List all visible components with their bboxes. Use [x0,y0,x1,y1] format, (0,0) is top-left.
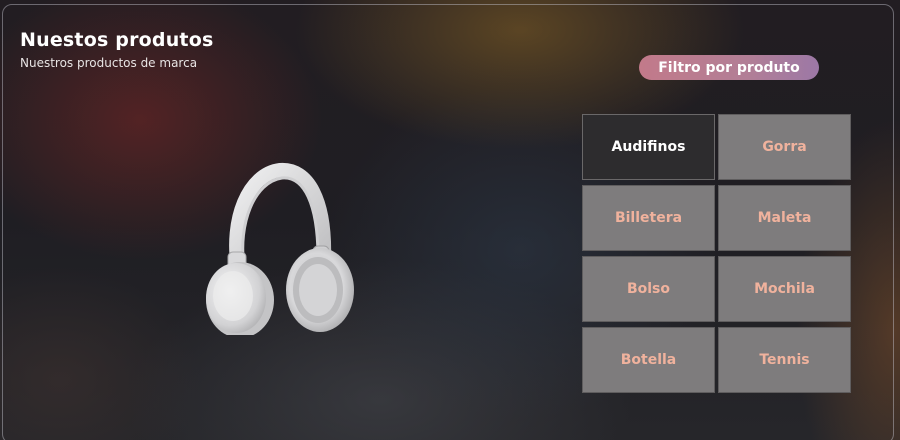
category-botella[interactable]: Botella [582,327,715,393]
filter-button[interactable]: Filtro por produto [639,55,819,80]
app-background: Nuestos produtos Nuestros productos de m… [0,0,900,440]
category-grid: Audifinos Gorra Billetera Maleta Bolso M… [582,114,852,393]
category-mochila[interactable]: Mochila [718,256,851,322]
category-billetera[interactable]: Billetera [582,185,715,251]
page-subtitle: Nuestros productos de marca [20,56,198,70]
category-tennis[interactable]: Tennis [718,327,851,393]
category-bolso[interactable]: Bolso [582,256,715,322]
category-gorra[interactable]: Gorra [718,114,851,180]
category-audifinos[interactable]: Audifinos [582,114,715,180]
product-image [200,160,360,338]
page-title: Nuestos produtos [20,29,214,51]
category-maleta[interactable]: Maleta [718,185,851,251]
headphones-icon [206,162,354,338]
